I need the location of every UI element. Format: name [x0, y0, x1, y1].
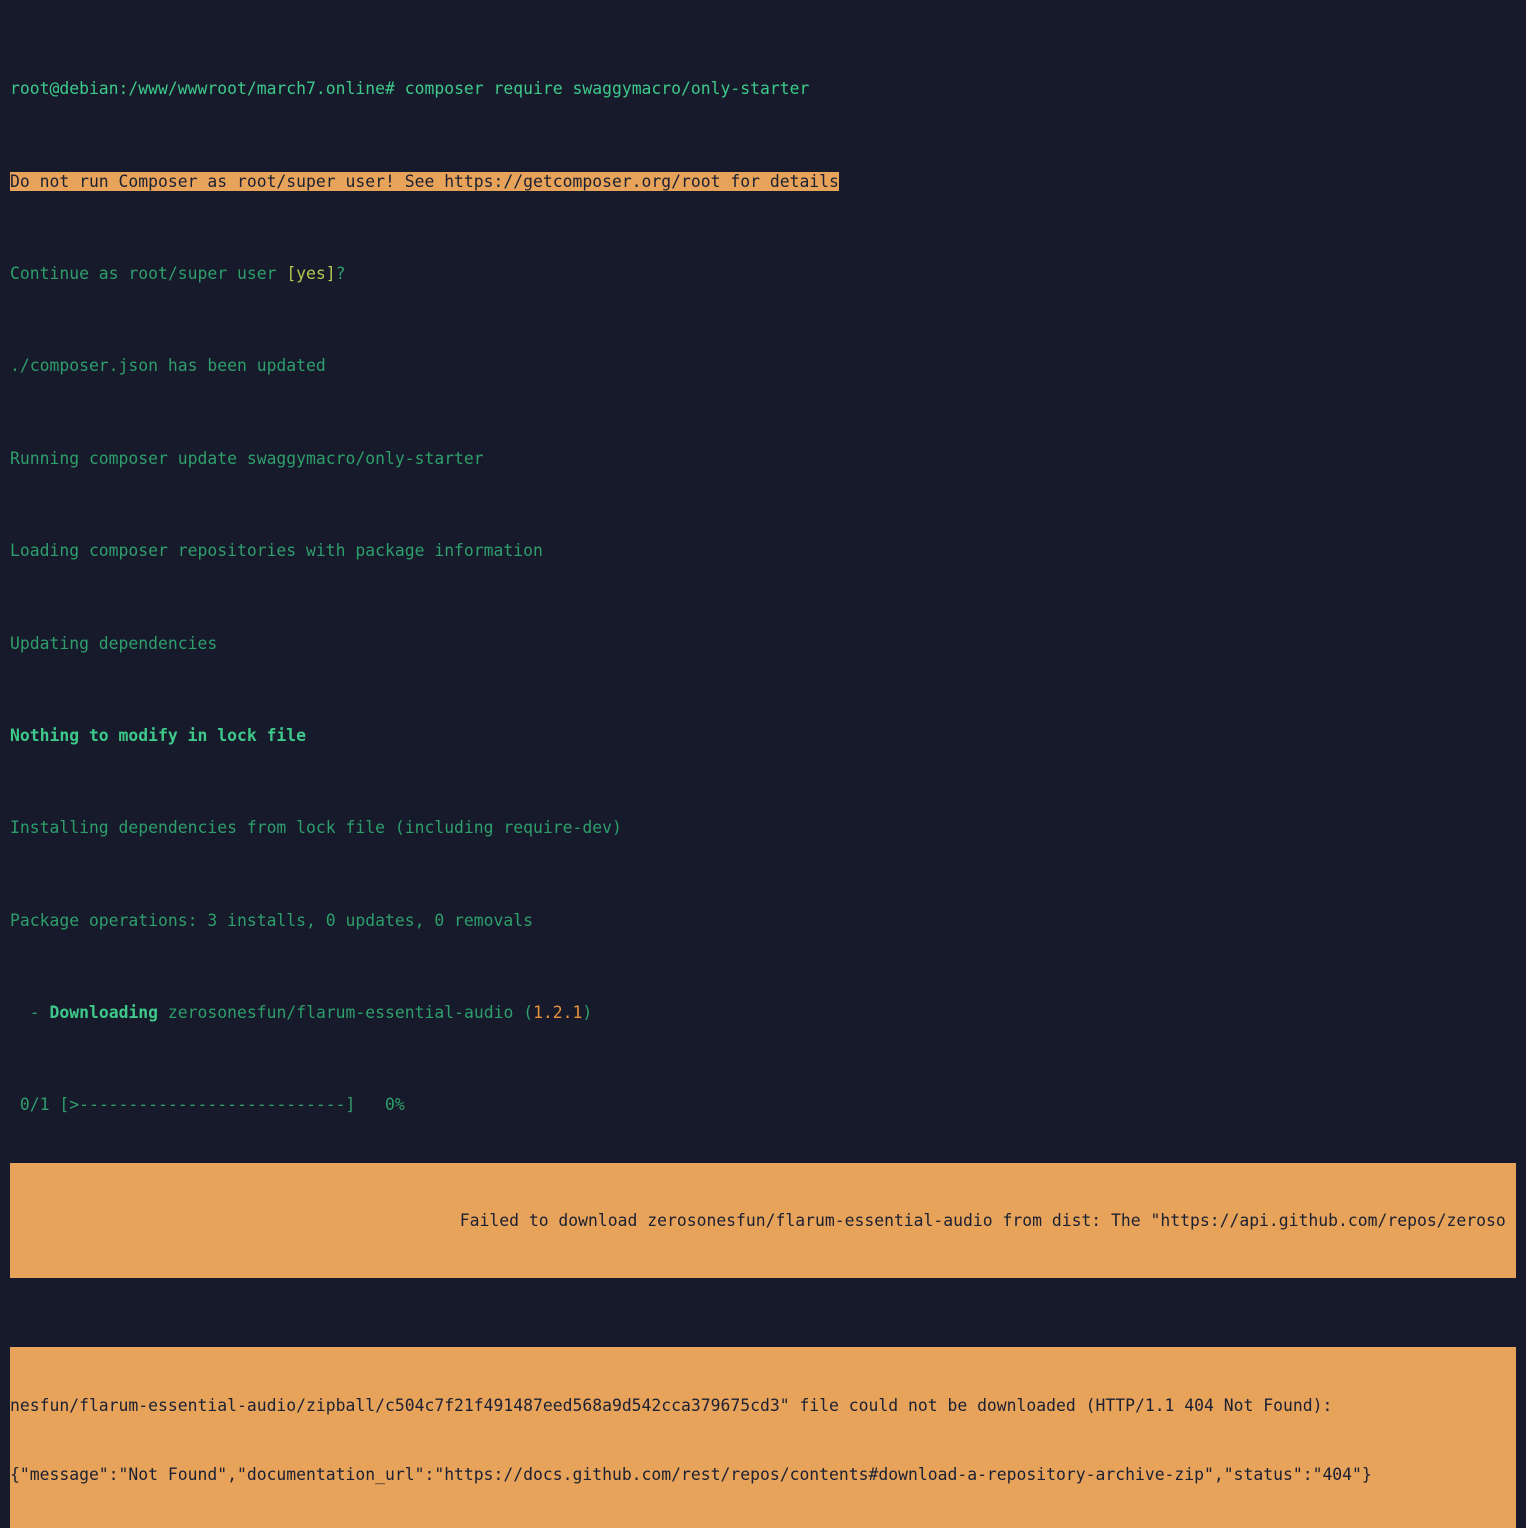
- terminal-window[interactable]: root@debian:/www/wwwroot/march7.online# …: [0, 0, 1526, 1528]
- downloading-paren-open: (: [523, 1003, 534, 1023]
- root-warning-line: Do not run Composer as root/super user! …: [0, 170, 1526, 193]
- downloading-paren-close: ): [582, 1003, 593, 1023]
- shell-command: composer require swaggymacro/only-starte…: [394, 79, 810, 99]
- dist-failure-seg3: {"message":"Not Found","documentation_ur…: [10, 1464, 1372, 1484]
- continue-prompt-line: Continue as root/super user [yes]?: [0, 262, 1526, 285]
- loading-repositories-line: Loading composer repositories with packa…: [10, 541, 543, 561]
- dist-failure-seg1-text: Failed to download zerosonesfun/flarum-e…: [440, 1210, 1506, 1230]
- progress-bar-zero: 0/1 [>---------------------------] 0%: [10, 1095, 405, 1115]
- downloading-verb: Downloading: [49, 1003, 159, 1023]
- continue-prompt-text: Continue as root/super user: [10, 264, 287, 284]
- dist-failure-continuation-block: nesfun/flarum-essential-audio/zipball/c5…: [10, 1347, 1516, 1528]
- downloading-line: - Downloading zerosonesfun/flarum-essent…: [0, 1001, 1526, 1024]
- root-warning-text: Do not run Composer as root/super user! …: [10, 171, 839, 191]
- nothing-to-modify-line: Nothing to modify in lock file: [10, 725, 307, 745]
- installing-dependencies-line: Installing dependencies from lock file (…: [10, 818, 622, 838]
- shell-prompt: root@debian:/www/wwwroot/march7.online#: [10, 79, 395, 99]
- package-operations-line: Package operations: 3 installs, 0 update…: [10, 910, 534, 930]
- dist-failure-seg1: Failed to download zerosonesfun/flarum-e…: [10, 1209, 1516, 1232]
- dist-failure-seg2: nesfun/flarum-essential-audio/zipball/c5…: [10, 1395, 1343, 1415]
- progress-bar-zero-line: 0/1 [>---------------------------] 0%: [0, 1093, 1526, 1116]
- downloading-version: 1.2.1: [533, 1003, 583, 1023]
- running-update-line: Running composer update swaggymacro/only…: [10, 448, 484, 468]
- composer-json-updated-line: ./composer.json has been updated: [10, 356, 326, 376]
- downloading-dash: -: [10, 1003, 50, 1023]
- downloading-package: zerosonesfun/flarum-essential-audio: [158, 1003, 524, 1023]
- continue-prompt-suffix: ?: [335, 264, 346, 284]
- continue-prompt-default: [yes]: [286, 264, 336, 284]
- updating-dependencies-line: Updating dependencies: [10, 633, 218, 653]
- prompt-line: root@debian:/www/wwwroot/march7.online# …: [0, 77, 1526, 100]
- dist-download-failure-block: Failed to download zerosonesfun/flarum-e…: [10, 1162, 1516, 1279]
